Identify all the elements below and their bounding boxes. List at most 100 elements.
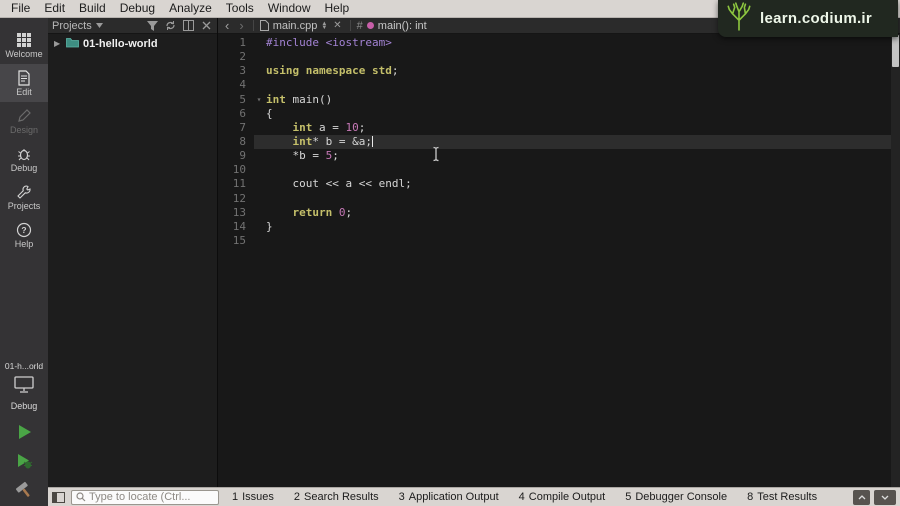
mode-sidebar: Welcome Edit Design Debug Projects ? Hel…: [0, 18, 48, 506]
code-text: int main(): [266, 92, 333, 106]
menu-debug[interactable]: Debug: [113, 0, 162, 17]
code-line[interactable]: 15: [218, 234, 900, 248]
debug-run-button[interactable]: [0, 446, 48, 475]
code-text: #include <iostream>: [266, 36, 392, 49]
code-line[interactable]: 12: [218, 192, 900, 206]
pane-application-output-button[interactable]: 3 Application Output: [392, 489, 506, 505]
back-icon[interactable]: ‹: [222, 18, 232, 33]
fold-gutter: [252, 234, 266, 248]
code-line[interactable]: 6{: [218, 107, 900, 121]
menu-file[interactable]: File: [4, 0, 37, 17]
line-number[interactable]: 12: [218, 192, 252, 206]
code-line[interactable]: 13 return 0;: [218, 206, 900, 220]
menu-analyze[interactable]: Analyze: [162, 0, 219, 17]
forward-icon[interactable]: ›: [236, 18, 246, 33]
fold-gutter: [252, 78, 266, 92]
line-number[interactable]: 10: [218, 163, 252, 177]
line-number[interactable]: 5: [218, 93, 252, 107]
expand-arrow-icon[interactable]: ▶: [54, 39, 62, 48]
toolbar-separator: [252, 20, 254, 31]
project-folder-icon: [66, 35, 79, 53]
fold-gutter: [252, 149, 266, 163]
code-line[interactable]: 1 #include <iostream>: [218, 36, 900, 50]
svg-text:?: ?: [21, 225, 26, 235]
mode-edit[interactable]: Edit: [0, 64, 48, 102]
chevron-down-icon: [95, 23, 103, 28]
code-text: {: [266, 106, 273, 120]
output-pane-down-button[interactable]: [874, 489, 896, 505]
line-number[interactable]: 15: [218, 234, 252, 248]
code-line[interactable]: 9 *b = 5;: [218, 149, 900, 163]
line-number[interactable]: 8: [218, 135, 252, 149]
filter-icon[interactable]: [146, 19, 159, 32]
mode-projects[interactable]: Projects: [0, 178, 48, 216]
projects-panel-header: Projects: [48, 18, 217, 34]
split-icon[interactable]: [182, 19, 195, 32]
locator[interactable]: [71, 489, 219, 505]
menu-help[interactable]: Help: [318, 0, 357, 17]
pane-test-results-button[interactable]: 8 Test Results: [740, 489, 824, 505]
line-number[interactable]: 6: [218, 107, 252, 121]
file-updown-icon[interactable]: ▲ ▼: [321, 21, 327, 31]
open-document-combo[interactable]: main.cpp: [259, 20, 317, 32]
code-line[interactable]: 14}: [218, 220, 900, 234]
locator-input[interactable]: [89, 491, 209, 503]
code-line[interactable]: 10: [218, 163, 900, 177]
code-text: return 0;: [292, 205, 353, 219]
kit-selector-button[interactable]: Debug: [11, 373, 37, 417]
code-line[interactable]: 8 int* b = &a;: [218, 134, 900, 150]
line-number[interactable]: 2: [218, 50, 252, 64]
mode-debug[interactable]: Debug: [0, 140, 48, 178]
build-hammer-button[interactable]: [0, 475, 48, 504]
code-line[interactable]: 5 ▾ int main(): [218, 93, 900, 107]
code-line[interactable]: 4: [218, 78, 900, 92]
menu-build[interactable]: Build: [72, 0, 113, 17]
line-number[interactable]: 4: [218, 78, 252, 92]
fold-gutter: [252, 36, 266, 50]
tree-item-project[interactable]: ▶ 01-hello-world: [48, 36, 217, 51]
line-number[interactable]: 1: [218, 36, 252, 50]
menu-window[interactable]: Window: [261, 0, 318, 17]
code-line[interactable]: 3 using namespace std;: [218, 64, 900, 78]
pane-issues-button[interactable]: 1 Issues: [225, 489, 281, 505]
mode-welcome[interactable]: Welcome: [0, 26, 48, 64]
line-number[interactable]: 11: [218, 177, 252, 191]
menu-edit[interactable]: Edit: [37, 0, 72, 17]
sync-icon[interactable]: [164, 19, 177, 32]
line-number[interactable]: 14: [218, 220, 252, 234]
output-pane-up-button[interactable]: [853, 489, 870, 505]
run-button[interactable]: [0, 417, 48, 446]
panel-type-combo[interactable]: Projects: [52, 20, 146, 32]
close-document-icon[interactable]: ✕: [331, 20, 343, 31]
code-text: int* b = &a;: [292, 134, 374, 148]
fold-gutter: [252, 121, 266, 135]
help-question-icon: ?: [16, 222, 32, 238]
code-editor[interactable]: 1 #include <iostream> 2 3 using namespace st…: [218, 34, 900, 487]
fold-gutter: [252, 64, 266, 78]
line-number[interactable]: 3: [218, 64, 252, 78]
menu-tools[interactable]: Tools: [219, 0, 261, 17]
pane-debugger-console-button[interactable]: 5 Debugger Console: [618, 489, 734, 505]
fold-marker-icon[interactable]: ▾: [252, 93, 266, 107]
code-line[interactable]: 11 cout << a << endl;: [218, 177, 900, 191]
line-number[interactable]: 13: [218, 206, 252, 220]
line-number[interactable]: 9: [218, 149, 252, 163]
pane-compile-output-button[interactable]: 4 Compile Output: [512, 489, 613, 505]
editor-scrollbar[interactable]: [891, 34, 900, 487]
codium-tree-logo-icon: [726, 1, 752, 36]
line-number[interactable]: 7: [218, 121, 252, 135]
code-line[interactable]: 2: [218, 50, 900, 64]
fold-gutter: [252, 135, 266, 149]
close-icon[interactable]: [200, 19, 213, 32]
scrollbar-thumb[interactable]: [892, 35, 899, 67]
code-line[interactable]: 7 int a = 10;: [218, 121, 900, 135]
sidebar-toggle-icon[interactable]: [52, 491, 65, 503]
symbol-combo[interactable]: main(): int: [378, 20, 427, 32]
mode-help[interactable]: ? Help: [0, 216, 48, 254]
pane-search-results-button[interactable]: 2 Search Results: [287, 489, 386, 505]
file-icon: [259, 20, 269, 31]
